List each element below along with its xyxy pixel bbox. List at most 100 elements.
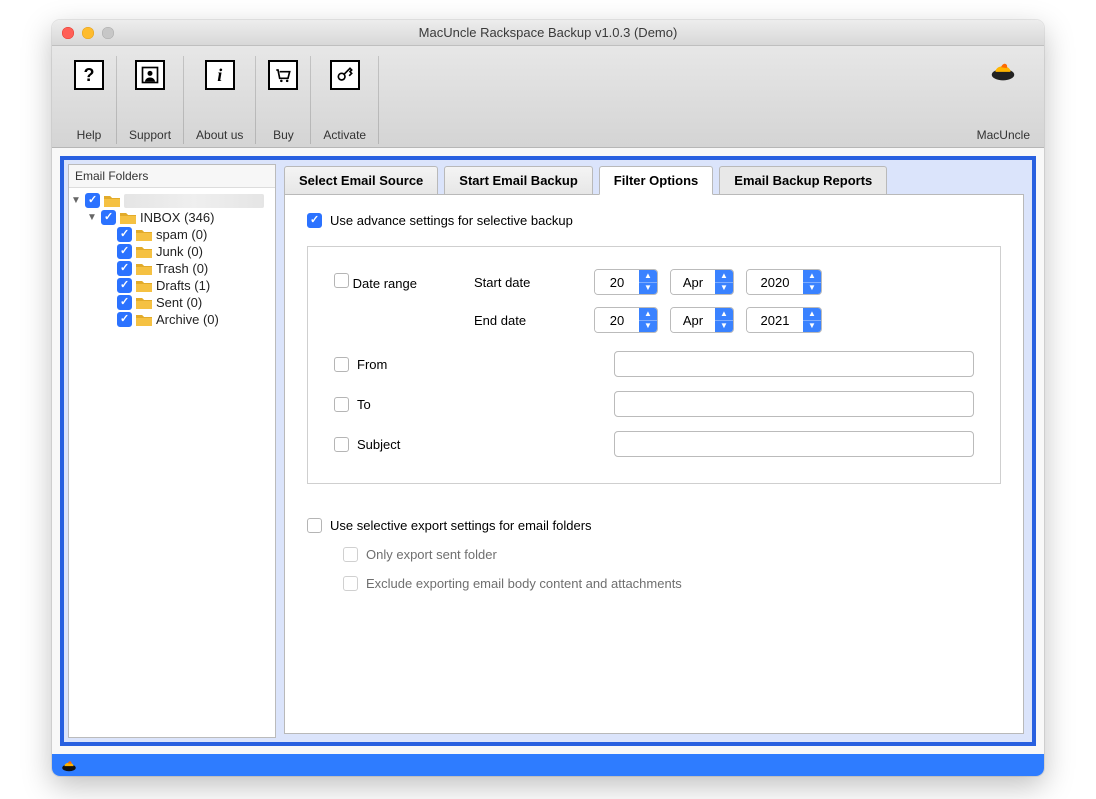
folder-label: spam (0) — [156, 227, 207, 242]
folder-icon — [136, 279, 152, 292]
folder-checkbox[interactable] — [117, 261, 132, 276]
tree-spam[interactable]: spam (0) — [71, 226, 271, 243]
tab-start-backup[interactable]: Start Email Backup — [444, 166, 593, 195]
tab-select-source[interactable]: Select Email Source — [284, 166, 438, 195]
chevron-down-icon[interactable]: ▼ — [803, 283, 821, 295]
tree-archive[interactable]: Archive (0) — [71, 311, 271, 328]
subject-input[interactable] — [614, 431, 974, 457]
minimize-button[interactable] — [82, 27, 94, 39]
from-input[interactable] — [614, 351, 974, 377]
chevron-down-icon[interactable]: ▼ — [715, 283, 733, 295]
folder-label: Sent (0) — [156, 295, 202, 310]
folder-checkbox[interactable] — [117, 312, 132, 327]
start-year-stepper[interactable]: ▲▼ — [746, 269, 822, 295]
chevron-up-icon[interactable]: ▲ — [639, 270, 657, 283]
folder-icon — [136, 313, 152, 326]
toolbar-support[interactable]: Support — [117, 56, 184, 144]
start-month-stepper[interactable]: ▲▼ — [670, 269, 734, 295]
from-label: From — [357, 357, 387, 372]
tree-junk[interactable]: Junk (0) — [71, 243, 271, 260]
end-day-input[interactable] — [595, 308, 639, 332]
window-title: MacUncle Rackspace Backup v1.0.3 (Demo) — [419, 25, 678, 40]
tree-trash[interactable]: Trash (0) — [71, 260, 271, 277]
chevron-down-icon[interactable]: ▼ — [87, 213, 97, 223]
end-month-stepper[interactable]: ▲▼ — [670, 307, 734, 333]
exclude-body-checkbox[interactable] — [343, 576, 358, 591]
folder-label: INBOX (346) — [140, 210, 214, 225]
filter-fieldset: Date range Start date ▲▼ ▲▼ ▲▼ End date — [307, 246, 1001, 484]
exclude-body-label: Exclude exporting email body content and… — [366, 576, 682, 591]
chevron-up-icon[interactable]: ▲ — [803, 308, 821, 321]
only-sent-label: Only export sent folder — [366, 547, 497, 562]
folder-checkbox[interactable] — [117, 295, 132, 310]
end-month-input[interactable] — [671, 308, 715, 332]
support-icon — [135, 60, 165, 90]
folder-checkbox[interactable] — [117, 244, 132, 259]
end-year-stepper[interactable]: ▲▼ — [746, 307, 822, 333]
start-day-stepper[interactable]: ▲▼ — [594, 269, 658, 295]
brand-icon — [60, 757, 78, 773]
chevron-down-icon[interactable]: ▼ — [639, 321, 657, 333]
tab-filter-options[interactable]: Filter Options — [599, 166, 714, 195]
root-account-label — [124, 194, 264, 208]
zoom-button[interactable] — [102, 27, 114, 39]
start-day-input[interactable] — [595, 270, 639, 294]
tab-backup-reports[interactable]: Email Backup Reports — [719, 166, 887, 195]
chevron-up-icon[interactable]: ▲ — [715, 270, 733, 283]
start-month-input[interactable] — [671, 270, 715, 294]
chevron-up-icon[interactable]: ▲ — [803, 270, 821, 283]
content-frame: Email Folders ▼ ▼ INBOX (346) — [60, 156, 1036, 746]
toolbar-help-label: Help — [77, 128, 102, 142]
close-button[interactable] — [62, 27, 74, 39]
end-date-pickers: ▲▼ ▲▼ ▲▼ — [594, 307, 974, 333]
folder-icon — [136, 296, 152, 309]
toolbar-buy-label: Buy — [273, 128, 294, 142]
main-area: Email Folders ▼ ▼ INBOX (346) — [52, 148, 1044, 754]
from-checkbox[interactable] — [334, 357, 349, 372]
window-controls — [62, 27, 114, 39]
folder-icon — [104, 194, 120, 207]
tab-content: Use advance settings for selective backu… — [284, 194, 1024, 734]
chevron-down-icon[interactable]: ▼ — [715, 321, 733, 333]
app-window: MacUncle Rackspace Backup v1.0.3 (Demo) … — [52, 20, 1044, 776]
date-range-checkbox[interactable] — [334, 273, 349, 288]
chevron-up-icon[interactable]: ▲ — [715, 308, 733, 321]
subject-checkbox[interactable] — [334, 437, 349, 452]
tree-inbox[interactable]: ▼ INBOX (346) — [71, 209, 271, 226]
end-year-input[interactable] — [747, 308, 803, 332]
tree-sent[interactable]: Sent (0) — [71, 294, 271, 311]
chevron-up-icon[interactable]: ▲ — [639, 308, 657, 321]
help-icon: ? — [74, 60, 104, 90]
from-row: From — [334, 351, 974, 377]
chevron-down-icon[interactable]: ▼ — [803, 321, 821, 333]
only-sent-checkbox[interactable] — [343, 547, 358, 562]
advance-settings-row: Use advance settings for selective backu… — [307, 213, 1001, 228]
root-checkbox[interactable] — [85, 193, 100, 208]
tree-root[interactable]: ▼ — [71, 192, 271, 209]
folder-checkbox[interactable] — [117, 278, 132, 293]
selective-export-checkbox[interactable] — [307, 518, 322, 533]
toolbar-buy[interactable]: Buy — [256, 56, 311, 144]
folder-label: Trash (0) — [156, 261, 208, 276]
tree-drafts[interactable]: Drafts (1) — [71, 277, 271, 294]
folder-checkbox[interactable] — [117, 227, 132, 242]
folder-label: Drafts (1) — [156, 278, 210, 293]
advance-settings-checkbox[interactable] — [307, 213, 322, 228]
start-year-input[interactable] — [747, 270, 803, 294]
folder-checkbox[interactable] — [101, 210, 116, 225]
to-input[interactable] — [614, 391, 974, 417]
chevron-down-icon[interactable]: ▼ — [639, 283, 657, 295]
end-day-stepper[interactable]: ▲▼ — [594, 307, 658, 333]
to-checkbox[interactable] — [334, 397, 349, 412]
toolbar-support-label: Support — [129, 128, 171, 142]
toolbar-activate[interactable]: Activate — [311, 56, 379, 144]
toolbar-help[interactable]: ? Help — [62, 56, 117, 144]
selective-export-label: Use selective export settings for email … — [330, 518, 592, 533]
toolbar-about[interactable]: i About us — [184, 56, 256, 144]
to-label: To — [357, 397, 371, 412]
subject-row: Subject — [334, 431, 974, 457]
end-date-label: End date — [474, 313, 574, 328]
toolbar: ? Help Support i About us Buy Activate — [52, 46, 1044, 148]
chevron-down-icon[interactable]: ▼ — [71, 196, 81, 206]
toolbar-activate-label: Activate — [323, 128, 366, 142]
